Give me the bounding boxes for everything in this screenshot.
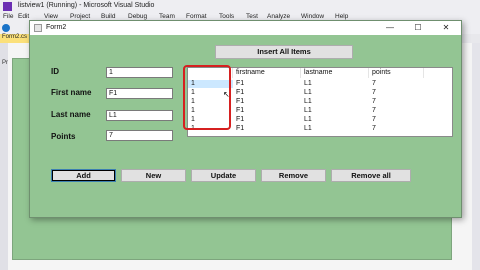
list-cell-lastname: L1 — [304, 116, 312, 123]
insert-all-items-button[interactable]: Insert All Items — [215, 45, 353, 59]
form-title: Form2 — [46, 24, 67, 31]
first-name-field[interactable]: F1 — [106, 88, 173, 99]
list-cell-firstname: F1 — [236, 89, 245, 96]
column-header-firstname[interactable]: firstname — [233, 68, 301, 78]
id-label: ID — [51, 67, 59, 76]
menu-project[interactable]: Project — [70, 13, 90, 20]
list-cell-firstname: F1 — [236, 98, 245, 105]
minimize-button[interactable]: — — [376, 21, 404, 35]
menu-help[interactable]: Help — [335, 13, 348, 20]
maximize-button[interactable]: ☐ — [404, 21, 432, 35]
remove-all-button[interactable]: Remove all — [331, 169, 411, 182]
list-cell-points: 7 — [372, 116, 376, 123]
menu-build[interactable]: Build — [101, 13, 115, 20]
last-name-field[interactable]: L1 — [106, 110, 173, 121]
menu-debug[interactable]: Debug — [128, 13, 147, 20]
list-cell-firstname: F1 — [236, 125, 245, 132]
form-icon — [34, 24, 42, 32]
remove-button[interactable]: Remove — [261, 169, 326, 182]
menu-view[interactable]: View — [44, 13, 58, 20]
visual-studio-logo-icon — [3, 2, 12, 11]
new-button[interactable]: New — [121, 169, 186, 182]
points-label: Points — [51, 132, 76, 141]
list-cell-firstname: F1 — [236, 80, 245, 87]
vs-window-title: listview1 (Running) - Microsoft Visual S… — [18, 2, 155, 9]
menu-edit[interactable]: Edit — [18, 13, 29, 20]
vs-left-rail — [0, 43, 8, 270]
list-cell-lastname: L1 — [304, 89, 312, 96]
menu-format[interactable]: Format — [186, 13, 207, 20]
menu-file[interactable]: File — [3, 13, 13, 20]
list-cell-lastname: L1 — [304, 125, 312, 132]
list-cell-points: 7 — [372, 89, 376, 96]
list-cell-firstname: F1 — [236, 107, 245, 114]
menu-team[interactable]: Team — [159, 13, 175, 20]
list-cell-lastname: L1 — [304, 80, 312, 87]
menu-tools[interactable]: Tools — [219, 13, 234, 20]
last-name-label: Last name — [51, 110, 91, 119]
vs-right-rail — [472, 43, 480, 270]
list-cell-lastname: L1 — [304, 107, 312, 114]
form-titlebar[interactable]: Form2 — ☐ ✕ — [30, 21, 461, 35]
form2-window: Form2 — ☐ ✕ Insert All Items ID 1 First … — [29, 20, 462, 218]
add-button[interactable]: Add — [51, 169, 116, 182]
close-button[interactable]: ✕ — [432, 21, 460, 35]
list-cell-points: 7 — [372, 125, 376, 132]
column-header-points[interactable]: points — [369, 68, 424, 78]
column-header-lastname[interactable]: lastname — [301, 68, 369, 78]
list-cell-points: 7 — [372, 98, 376, 105]
menu-window[interactable]: Window — [301, 13, 324, 20]
id-field[interactable]: 1 — [106, 67, 173, 78]
list-cell-lastname: L1 — [304, 98, 312, 105]
list-cell-points: 7 — [372, 107, 376, 114]
update-button[interactable]: Update — [191, 169, 256, 182]
tab-form2-cs[interactable]: Form2.cs — [0, 34, 32, 43]
list-cell-points: 7 — [372, 80, 376, 87]
first-name-label: First name — [51, 88, 92, 97]
back-navigation-icon[interactable] — [2, 24, 10, 32]
points-field[interactable]: 7 — [106, 130, 173, 141]
mouse-cursor-icon: ↖ — [223, 90, 230, 99]
menu-analyze[interactable]: Analyze — [267, 13, 290, 20]
list-cell-firstname: F1 — [236, 116, 245, 123]
menu-test[interactable]: Test — [246, 13, 258, 20]
